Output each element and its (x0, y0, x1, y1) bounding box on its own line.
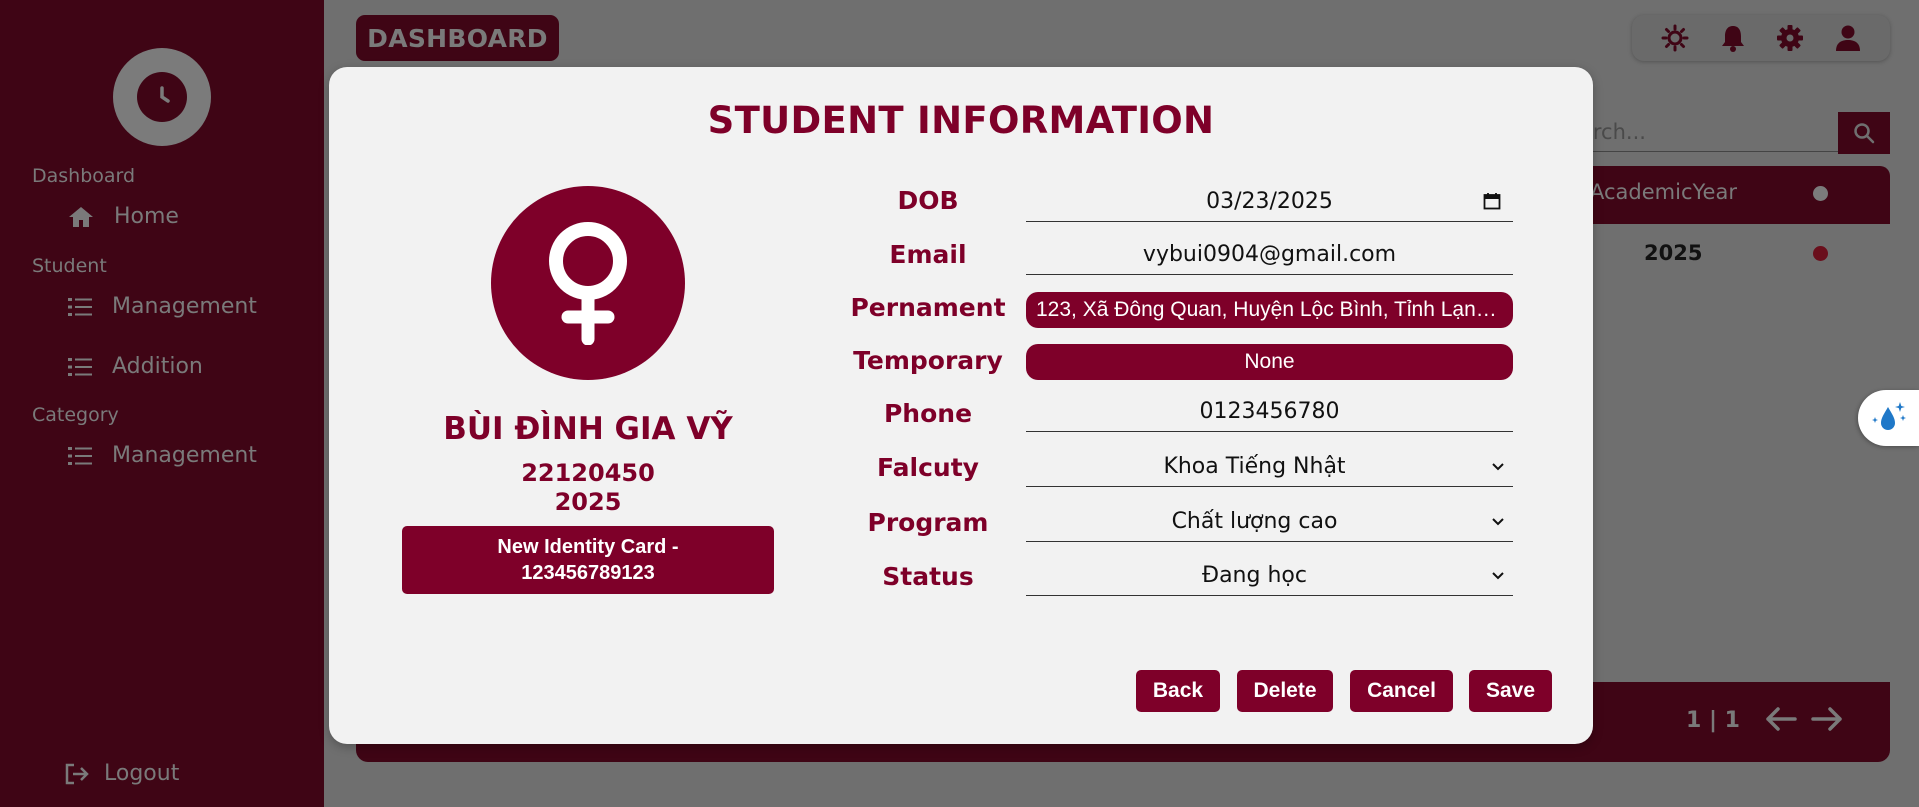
sun-icon[interactable] (1661, 24, 1689, 52)
pager-arrows (1764, 704, 1844, 738)
list-icon (68, 357, 92, 376)
sidebar-item-student-addition[interactable]: Addition (68, 354, 203, 379)
phone-value: 0123456780 (1199, 399, 1340, 424)
modal-title: STUDENT INFORMATION (707, 99, 1215, 142)
email-label: Email (889, 240, 967, 269)
dob-label: DOB (897, 186, 959, 215)
status-label: Status (882, 562, 974, 591)
sidebar: Dashboard Home Student Management Additi… (0, 0, 324, 807)
next-page-icon[interactable] (1810, 704, 1844, 738)
temporary-label: Temporary (853, 346, 1003, 375)
temporary-address-button[interactable]: None (1026, 344, 1513, 380)
email-field[interactable]: vybui0904@gmail.com (1026, 235, 1513, 275)
header-icon-bar (1632, 15, 1890, 61)
row-academic-year: 2025 (1644, 241, 1703, 265)
dob-field[interactable]: 03/23/2025 (1026, 182, 1513, 222)
dob-value: 03/23/2025 (1206, 189, 1333, 214)
home-icon (69, 206, 93, 227)
list-icon (68, 446, 92, 465)
logout-icon (65, 763, 89, 784)
sidebar-item-student-management[interactable]: Management (68, 294, 257, 319)
floating-water-drop-widget[interactable] (1858, 390, 1919, 446)
user-icon[interactable] (1835, 24, 1861, 52)
page-indicator: 1 | 1 (1686, 708, 1740, 733)
student-info-modal: STUDENT INFORMATION BÙI ĐÌNH GIA VỸ 2212… (329, 67, 1593, 744)
temporary-address-value: None (1244, 350, 1295, 373)
save-button[interactable]: Save (1469, 670, 1552, 712)
cancel-button[interactable]: Cancel (1350, 670, 1453, 712)
logout-button[interactable]: Logout (64, 761, 179, 786)
clock-logo (113, 48, 211, 146)
permanent-address-value: 123, Xã Đông Quan, Huyện Lộc Bình, Tỉnh … (1036, 298, 1503, 321)
chevron-down-icon (1483, 571, 1513, 581)
chevron-down-icon (1483, 462, 1513, 472)
identity-card-label: New Identity Card - 123456789123 (497, 536, 679, 584)
faculty-value: Khoa Tiếng Nhật (1163, 454, 1346, 479)
student-name: BÙI ĐÌNH GIA VỸ (443, 411, 733, 447)
dashboard-button[interactable]: DASHBOARD (356, 15, 559, 61)
student-id: 22120450 (521, 459, 655, 487)
phone-label: Phone (883, 399, 973, 428)
sidebar-item-home[interactable]: Home (68, 204, 179, 229)
back-button[interactable]: Back (1136, 670, 1220, 712)
phone-field[interactable]: 0123456780 (1026, 392, 1513, 432)
sidebar-item-label: Home (114, 204, 179, 229)
search-icon (1854, 123, 1875, 144)
sidebar-item-label: Management (112, 294, 257, 319)
avatar (491, 186, 685, 380)
row-status-dot (1813, 246, 1828, 261)
calendar-icon[interactable] (1483, 192, 1501, 210)
faculty-select[interactable]: Khoa Tiếng Nhật (1026, 447, 1513, 487)
gear-icon[interactable] (1776, 24, 1804, 52)
search-input[interactable]: arch... (1580, 112, 1838, 152)
logout-label: Logout (104, 761, 180, 786)
prev-page-icon[interactable] (1764, 704, 1798, 738)
student-year: 2025 (554, 488, 622, 516)
search-button[interactable] (1838, 112, 1890, 154)
program-select[interactable]: Chất lượng cao (1026, 502, 1513, 542)
delete-button[interactable]: Delete (1237, 670, 1333, 712)
program-value: Chất lượng cao (1171, 509, 1338, 534)
identity-card-button[interactable]: New Identity Card - 123456789123 (402, 526, 774, 594)
water-drop-icon (1872, 402, 1906, 430)
status-select[interactable]: Đang học (1026, 556, 1513, 596)
section-category: Category (32, 404, 119, 426)
chevron-down-icon (1483, 517, 1513, 527)
section-dashboard: Dashboard (32, 165, 136, 187)
sidebar-item-label: Addition (112, 354, 203, 379)
female-icon (549, 222, 627, 345)
header-status-dot (1813, 186, 1828, 201)
sidebar-item-label: Management (112, 443, 257, 468)
section-student: Student (32, 255, 107, 277)
column-academic-year: AcademicYear (1590, 180, 1737, 204)
list-icon (68, 297, 92, 316)
permanent-address-button[interactable]: 123, Xã Đông Quan, Huyện Lộc Bình, Tỉnh … (1026, 292, 1513, 328)
bell-icon[interactable] (1720, 24, 1746, 52)
email-value: vybui0904@gmail.com (1142, 242, 1397, 267)
status-value: Đang học (1202, 563, 1307, 588)
faculty-label: Falcuty (877, 453, 979, 482)
program-label: Program (867, 508, 989, 537)
sidebar-item-category-management[interactable]: Management (68, 443, 257, 468)
permanent-label: Pernament (850, 293, 1006, 322)
clock-icon (160, 86, 170, 103)
